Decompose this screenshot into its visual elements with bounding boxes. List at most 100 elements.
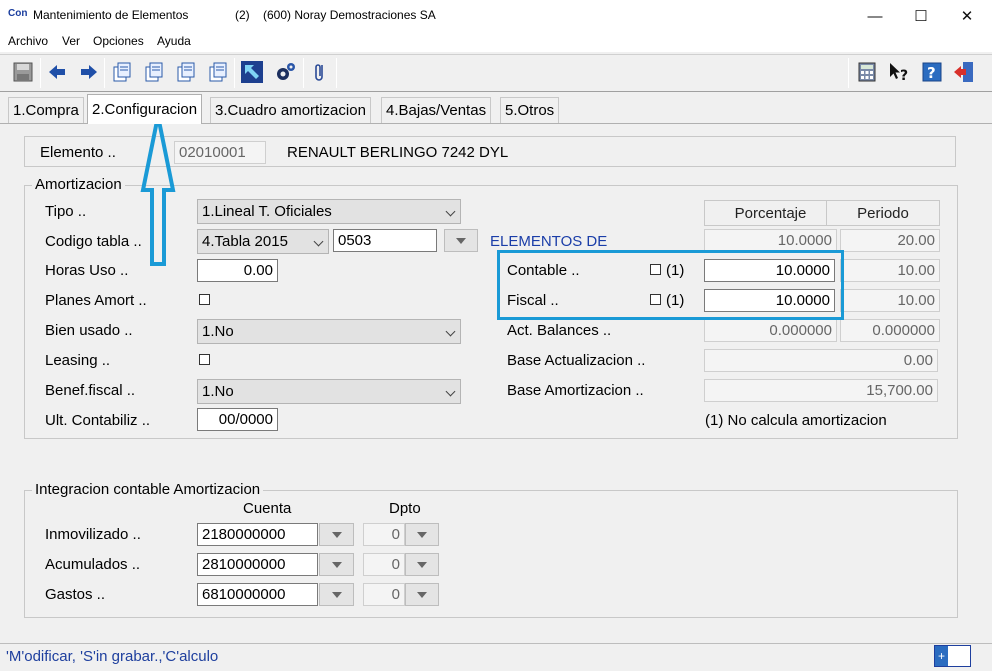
triangle-down-icon	[331, 532, 342, 538]
codigo-tabla-lookup-button[interactable]	[444, 229, 478, 252]
planes-amort-checkbox[interactable]	[199, 294, 210, 305]
minimize-button[interactable]: —	[852, 0, 898, 32]
window-company: (600) Noray Demostraciones SA	[263, 8, 436, 22]
inmovilizado-cuenta-lookup-button[interactable]	[319, 523, 354, 546]
copy-icon[interactable]	[141, 59, 167, 85]
gastos-cuenta-field[interactable]: 6810000000	[197, 583, 318, 606]
window-count: (2)	[235, 8, 250, 22]
periodo-header: Periodo	[826, 200, 940, 226]
copy-icon[interactable]	[109, 59, 135, 85]
elemento-name: RENAULT BERLINGO 7242 DYL	[287, 144, 509, 161]
planes-amort-label: Planes Amort ..	[45, 292, 147, 309]
amortizacion-note: (1) No calcula amortizacion	[705, 412, 887, 429]
help-context-icon[interactable]: ?	[886, 59, 912, 85]
triangle-down-icon	[456, 238, 466, 244]
gastos-label: Gastos ..	[45, 586, 106, 603]
app-icon: Con	[8, 8, 28, 19]
amortizacion-title: Amortizacion	[32, 176, 125, 193]
settings-icon[interactable]	[272, 59, 298, 85]
inmovilizado-cuenta-field[interactable]: 2180000000	[197, 523, 318, 546]
status-text: 'M'odificar, 'S'in grabar.,'C'alculo	[6, 648, 219, 665]
tipo-value: 1.Lineal T. Oficiales	[202, 203, 332, 220]
tab-otros[interactable]: 5.Otros	[500, 97, 560, 123]
acumulados-cuenta-field[interactable]: 2810000000	[197, 553, 318, 576]
tab-cuadro-amortizacion[interactable]: 3.Cuadro amortizacion	[210, 97, 371, 123]
elementos-de-label: ELEMENTOS DE	[490, 233, 608, 250]
menu-ayuda[interactable]: Ayuda	[157, 34, 191, 48]
inmovilizado-label: Inmovilizado ..	[45, 526, 141, 543]
forward-arrow-icon[interactable]	[76, 59, 102, 85]
gastos-cuenta-lookup-button[interactable]	[319, 583, 354, 606]
cuenta-header: Cuenta	[243, 500, 292, 517]
bien-usado-select[interactable]: 1.No	[197, 319, 461, 344]
tab-compra[interactable]: 1.Compra	[8, 97, 84, 123]
ult-contabiliz-field[interactable]: 00/0000	[197, 408, 278, 431]
copy-icon[interactable]	[205, 59, 231, 85]
codigo-tabla-value: 4.Tabla 2015	[202, 233, 288, 250]
base-amortizacion-label: Base Amortizacion ..	[507, 382, 644, 399]
close-button[interactable]: ✕	[944, 0, 990, 32]
back-arrow-icon[interactable]	[44, 59, 70, 85]
act-balances-porcentaje-field: 0.000000	[704, 319, 837, 342]
integracion-group	[24, 490, 958, 618]
leasing-checkbox[interactable]	[199, 354, 210, 365]
attach-icon[interactable]	[307, 59, 333, 85]
base-actualizacion-field: 0.00	[704, 349, 938, 372]
top-periodo-field: 20.00	[840, 229, 940, 252]
integracion-title: Integracion contable Amortizacion	[32, 481, 264, 498]
tipo-label: Tipo ..	[45, 203, 87, 220]
exit-icon[interactable]	[951, 59, 977, 85]
inmovilizado-dpto-field: 0	[363, 523, 405, 546]
triangle-down-icon	[417, 592, 427, 598]
benef-fiscal-label: Benef.fiscal ..	[45, 382, 136, 399]
horas-uso-field[interactable]: 0.00	[197, 259, 278, 282]
window-title: Mantenimiento de Elementos	[33, 8, 189, 22]
ult-contabiliz-label: Ult. Contabiliz ..	[45, 412, 151, 429]
svg-text:?: ?	[900, 68, 908, 84]
acumulados-dpto-field: 0	[363, 553, 405, 576]
chevron-down-icon	[445, 206, 456, 217]
act-balances-periodo-field: 0.000000	[840, 319, 940, 342]
gastos-dpto-field: 0	[363, 583, 405, 606]
leasing-label: Leasing ..	[45, 352, 111, 369]
gastos-dpto-lookup-button[interactable]	[405, 583, 439, 606]
elemento-code-field[interactable]: 02010001	[174, 141, 266, 164]
triangle-down-icon	[331, 592, 342, 598]
horas-uso-label: Horas Uso ..	[45, 262, 129, 279]
menu-opciones[interactable]: Opciones	[93, 34, 144, 48]
help-icon[interactable]: ?	[919, 59, 945, 85]
dpto-header: Dpto	[389, 500, 421, 517]
tab-configuracion[interactable]: 2.Configuracion	[87, 94, 203, 124]
status-indicator[interactable]: +	[934, 645, 971, 667]
codigo-tabla-code-field[interactable]: 0503	[333, 229, 437, 252]
menu-bar	[0, 32, 992, 52]
contable-periodo-field: 10.00	[840, 259, 940, 282]
inmovilizado-dpto-lookup-button[interactable]	[405, 523, 439, 546]
copy-icon[interactable]	[173, 59, 199, 85]
annotation-arrow-icon	[140, 115, 176, 266]
base-amortizacion-field: 15,700.00	[704, 379, 938, 402]
svg-text:?: ?	[927, 64, 936, 82]
benef-fiscal-select[interactable]: 1.No	[197, 379, 461, 404]
tipo-select[interactable]: 1.Lineal T. Oficiales	[197, 199, 461, 224]
codigo-tabla-label: Codigo tabla ..	[45, 233, 142, 250]
status-indicator-plus: +	[935, 646, 948, 666]
expand-icon[interactable]	[239, 59, 265, 85]
triangle-down-icon	[417, 562, 427, 568]
act-balances-label: Act. Balances ..	[507, 322, 612, 339]
chevron-down-icon	[313, 236, 324, 247]
acumulados-dpto-lookup-button[interactable]	[405, 553, 439, 576]
tab-bajas-ventas[interactable]: 4.Bajas/Ventas	[381, 97, 492, 123]
fiscal-periodo-field: 10.00	[840, 289, 940, 312]
save-icon[interactable]	[10, 59, 36, 85]
codigo-tabla-select[interactable]: 4.Tabla 2015	[197, 229, 329, 254]
calculator-icon[interactable]	[854, 59, 880, 85]
maximize-button[interactable]: ☐	[898, 0, 944, 32]
menu-ver[interactable]: Ver	[62, 34, 80, 48]
acumulados-cuenta-lookup-button[interactable]	[319, 553, 354, 576]
bien-usado-value: 1.No	[202, 323, 234, 340]
highlight-box	[497, 250, 844, 320]
menu-archivo[interactable]: Archivo	[8, 34, 48, 48]
chevron-down-icon	[445, 326, 456, 337]
triangle-down-icon	[331, 562, 342, 568]
